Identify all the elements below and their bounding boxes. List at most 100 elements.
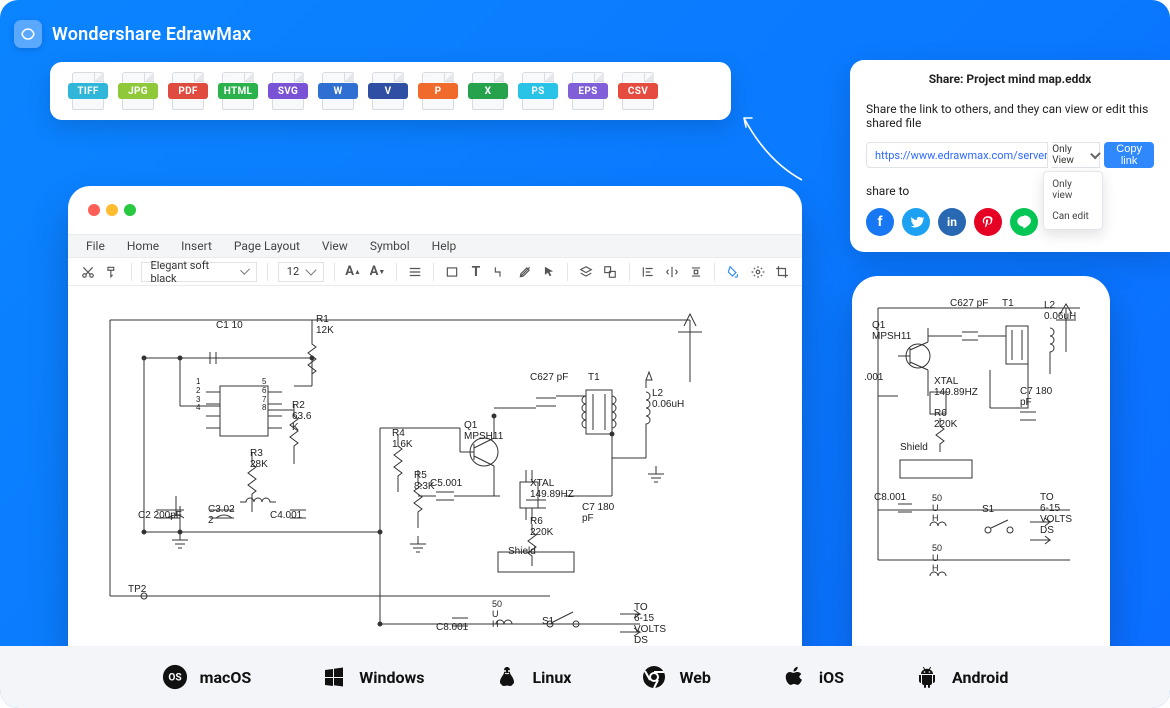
- export-format-tiff[interactable]: TIFF: [72, 72, 104, 110]
- circuit-label: R6 220K: [934, 408, 957, 430]
- rectangle-tool-icon[interactable]: [444, 261, 460, 283]
- export-format-svg[interactable]: SVG: [272, 72, 304, 110]
- menu-item[interactable]: Symbol: [370, 239, 410, 253]
- brand-logo-icon: [14, 20, 42, 48]
- share-to-label: share to: [866, 184, 1154, 198]
- brand-header: Wondershare EdrawMax: [14, 20, 251, 48]
- font-family-select[interactable]: Elegant soft black: [141, 262, 257, 282]
- circuit-label: R4 1.6K: [392, 428, 413, 450]
- export-format-csv[interactable]: CSV: [622, 72, 654, 110]
- circuit-label: C5.001: [430, 478, 462, 489]
- share-permission-dropdown: Only view Can edit: [1043, 171, 1103, 230]
- canvas[interactable]: C1 10 R1 12K R2 63.6 K R3 28K R4 1.6K R5…: [68, 286, 802, 646]
- fill-icon[interactable]: [725, 261, 741, 283]
- circuit-label: C2 200pF: [138, 510, 182, 521]
- circuit-label: C7 180 pF: [582, 502, 614, 524]
- circuit-label: C3.02 2: [208, 504, 235, 526]
- windows-icon: [321, 664, 347, 690]
- group-icon[interactable]: [602, 261, 618, 283]
- share-description: Share the link to others, and they can v…: [866, 102, 1154, 130]
- menu-item[interactable]: File: [86, 239, 105, 253]
- export-format-x[interactable]: X: [472, 72, 504, 110]
- share-url-field[interactable]: https://www.edrawmax.com/server/public/.…: [866, 142, 1048, 168]
- font-decrease-icon[interactable]: A▼: [369, 261, 385, 283]
- platform-macos: OS macOS: [162, 664, 252, 690]
- menu-item[interactable]: Page Layout: [234, 239, 300, 253]
- export-format-v[interactable]: V: [372, 72, 404, 110]
- flip-icon[interactable]: [664, 261, 680, 283]
- circuit-label: Shield: [508, 546, 536, 557]
- crop-icon[interactable]: [774, 261, 790, 283]
- brand-name: Wondershare EdrawMax: [52, 24, 251, 45]
- chevron-down-icon: [1090, 148, 1101, 159]
- circuit-diagram-mobile: [870, 300, 1092, 630]
- mobile-preview: Q1 MPSH11 C627 pF T1 L2 0.06uH XTAL 149.…: [852, 276, 1110, 648]
- facebook-icon[interactable]: f: [866, 208, 894, 236]
- export-format-pdf[interactable]: PDF: [172, 72, 204, 110]
- pen-tool-icon[interactable]: [516, 261, 532, 283]
- twitter-icon[interactable]: [902, 208, 930, 236]
- circuit-label: TO 6-15 VOLTS DS: [1040, 492, 1072, 536]
- layers-icon[interactable]: [578, 261, 594, 283]
- circuit-label: L2 0.06uH: [652, 388, 684, 410]
- share-icons-row: f in: [866, 208, 1154, 236]
- share-perm-option[interactable]: Can edit: [1044, 206, 1102, 227]
- export-format-eps[interactable]: EPS: [572, 72, 604, 110]
- platform-windows: Windows: [321, 664, 424, 690]
- pinterest-icon[interactable]: [974, 208, 1002, 236]
- format-painter-icon[interactable]: [104, 261, 120, 283]
- circuit-label: R2 63.6 K: [292, 400, 311, 433]
- share-permission-select[interactable]: Only View Only view Can edit: [1052, 142, 1100, 168]
- platform-android: Android: [914, 664, 1008, 690]
- circuit-label: R1 12K: [316, 314, 334, 336]
- platform-label: Android: [952, 668, 1008, 687]
- export-format-p[interactable]: P: [422, 72, 454, 110]
- copy-link-button[interactable]: Copy link: [1104, 142, 1154, 168]
- circuit-label: S1: [542, 616, 554, 627]
- menu-item[interactable]: Insert: [181, 239, 212, 253]
- share-permission-label: Only View: [1052, 144, 1088, 166]
- menu-bar: File Home Insert Page Layout View Symbol…: [68, 234, 802, 258]
- export-format-jpg[interactable]: JPG: [122, 72, 154, 110]
- menu-item[interactable]: Help: [432, 239, 457, 253]
- connector-tool-icon[interactable]: [492, 261, 508, 283]
- share-perm-option[interactable]: Only view: [1044, 174, 1102, 206]
- share-title: Share: Project mind map.eddx: [929, 72, 1091, 86]
- circuit-label: S1: [982, 504, 994, 515]
- apple-icon: [781, 664, 807, 690]
- app-window: File Home Insert Page Layout View Symbol…: [68, 186, 802, 646]
- circuit-label: Shield: [900, 442, 928, 453]
- export-format-ps[interactable]: PS: [522, 72, 554, 110]
- align-icon[interactable]: [639, 261, 655, 283]
- linux-icon: [494, 664, 520, 690]
- circuit-label: C627 pF: [530, 372, 568, 383]
- circuit-label: 50 U H: [932, 544, 942, 574]
- settings-icon[interactable]: [749, 261, 765, 283]
- distribute-icon[interactable]: [688, 261, 704, 283]
- svg-text:OS: OS: [168, 673, 181, 684]
- pointer-tool-icon[interactable]: [541, 261, 557, 283]
- export-format-w[interactable]: W: [322, 72, 354, 110]
- menu-item[interactable]: Home: [127, 239, 159, 253]
- cut-icon[interactable]: [80, 261, 96, 283]
- window-controls[interactable]: [88, 186, 136, 234]
- circuit-label: T1: [1002, 298, 1014, 309]
- menu-item[interactable]: View: [322, 239, 348, 253]
- circuit-label: T1: [588, 372, 600, 383]
- circuit-label: C8.001: [874, 492, 906, 503]
- circuit-label: 50 U H: [932, 494, 942, 524]
- circuit-label: L2 0.06uH: [1044, 300, 1076, 322]
- line-icon[interactable]: [1010, 208, 1038, 236]
- font-size-select[interactable]: 12: [278, 262, 324, 282]
- circuit-label: XTAL 149.89HZ: [934, 376, 978, 398]
- window-titlebar: [68, 186, 802, 234]
- linkedin-icon[interactable]: in: [938, 208, 966, 236]
- font-increase-icon[interactable]: A▲: [345, 261, 361, 283]
- platform-label: iOS: [819, 668, 844, 687]
- paragraph-icon[interactable]: [406, 261, 422, 283]
- text-tool-icon[interactable]: T: [468, 261, 484, 283]
- circuit-label: R3 28K: [250, 448, 268, 470]
- platform-label: Linux: [532, 668, 571, 687]
- export-format-html[interactable]: HTML: [222, 72, 254, 110]
- circuit-label: TP2: [128, 584, 146, 595]
